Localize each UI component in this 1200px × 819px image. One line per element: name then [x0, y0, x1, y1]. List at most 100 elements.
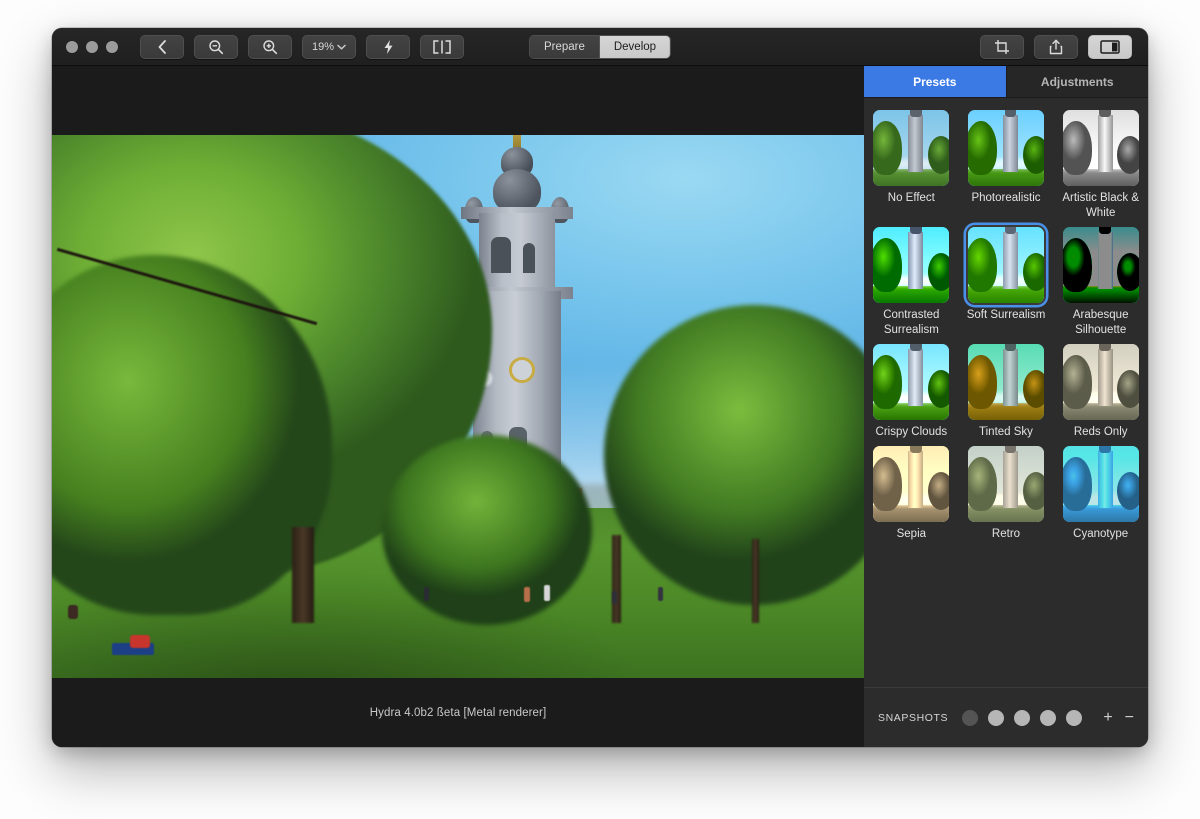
- preset-label: Retro: [991, 528, 1021, 540]
- preset-thumbnail-frame[interactable]: [966, 342, 1046, 422]
- magnifier-minus-icon: [208, 39, 224, 55]
- image-canvas[interactable]: Hydra 4.0b2 ßeta [Metal renderer]: [52, 66, 864, 747]
- minimize-button[interactable]: [86, 40, 98, 53]
- tree-trunk: [292, 527, 314, 623]
- zoom-level-value: 19%: [312, 40, 335, 53]
- preset-thumbnail-frame[interactable]: [966, 444, 1046, 524]
- snapshots-bar: SNAPSHOTS + −: [864, 687, 1148, 747]
- preset-thumbnail: [873, 227, 950, 303]
- toggle-right-panel-button[interactable]: [1088, 34, 1132, 59]
- preset-label: Contrasted Surrealism: [883, 309, 940, 336]
- preset-thumbnail-frame[interactable]: [1061, 225, 1141, 305]
- segment-prepare[interactable]: Prepare: [529, 35, 599, 58]
- preset-item[interactable]: Contrasted Surrealism: [864, 225, 959, 338]
- preset-thumbnail: [967, 446, 1044, 522]
- snapshots-label: SNAPSHOTS: [878, 711, 949, 724]
- status-text: Hydra 4.0b2 ßeta [Metal renderer]: [369, 706, 547, 719]
- preset-item[interactable]: Artistic Black & White: [1053, 108, 1148, 221]
- preset-thumbnail: [873, 344, 950, 420]
- person-standing: [524, 587, 530, 602]
- preset-item[interactable]: Cyanotype: [1053, 444, 1148, 542]
- person-standing: [424, 587, 429, 601]
- lightning-bolt-icon: [383, 39, 394, 55]
- preset-item[interactable]: Soft Surrealism: [959, 225, 1054, 338]
- preset-thumbnail-frame[interactable]: [1061, 342, 1141, 422]
- tree-middle: [382, 435, 592, 625]
- tree-trunk: [612, 535, 621, 623]
- preset-thumbnail: [1062, 227, 1139, 303]
- zoom-level-dropdown[interactable]: 19%: [302, 34, 356, 59]
- snapshot-actions: + −: [1103, 709, 1134, 726]
- preset-thumbnail: [967, 227, 1044, 303]
- flash-button[interactable]: [366, 34, 410, 59]
- zoom-out-button[interactable]: [194, 34, 238, 59]
- person-standing: [544, 585, 550, 601]
- preset-label: Cyanotype: [1073, 528, 1129, 540]
- preset-thumbnail-frame[interactable]: [1061, 444, 1141, 524]
- preset-thumbnail-frame[interactable]: [871, 342, 951, 422]
- window-titlebar: 19% Prepare Develop: [52, 28, 1148, 66]
- preset-thumbnail-frame[interactable]: [871, 225, 951, 305]
- preset-label: Tinted Sky: [979, 426, 1033, 438]
- toolbar-right-group: [980, 34, 1132, 59]
- snapshot-slots: [962, 709, 1083, 726]
- app-body: Hydra 4.0b2 ßeta [Metal renderer] Preset…: [52, 66, 1148, 747]
- back-button[interactable]: [140, 34, 184, 59]
- tab-adjustments[interactable]: Adjustments: [1005, 66, 1148, 97]
- preset-item[interactable]: Retro: [959, 444, 1054, 542]
- crop-button[interactable]: [980, 34, 1024, 59]
- person-sitting: [68, 605, 78, 619]
- hydra-app-window: 19% Prepare Develop Hydra 4.0b2 ßeta [Me…: [52, 28, 1148, 747]
- snapshot-slot[interactable]: [988, 709, 1005, 726]
- preset-label: Soft Surrealism: [966, 309, 1046, 321]
- preset-thumbnail-frame[interactable]: [1061, 108, 1141, 188]
- mode-segmented-control[interactable]: Prepare Develop: [528, 34, 672, 59]
- toolbar-left-group: 19%: [140, 34, 464, 59]
- chevron-left-icon: [157, 39, 168, 54]
- presets-grid: No Effect Photorealistic Artistic Black & …: [864, 98, 1148, 687]
- split-view-icon: [432, 39, 452, 54]
- person-standing: [612, 591, 617, 604]
- preset-item[interactable]: Tinted Sky: [959, 342, 1054, 440]
- snapshot-slot[interactable]: [1040, 709, 1057, 726]
- segment-develop[interactable]: Develop: [598, 35, 671, 58]
- preset-thumbnail: [1062, 110, 1139, 186]
- right-panel-icon: [1100, 39, 1120, 54]
- snapshot-slot[interactable]: [962, 709, 979, 726]
- crop-icon: [994, 39, 1010, 55]
- preset-thumbnail: [967, 110, 1044, 186]
- preset-item[interactable]: No Effect: [864, 108, 959, 221]
- right-sidebar: Presets Adjustments No Effect Photorealis…: [864, 66, 1148, 747]
- preset-thumbnail-frame[interactable]: [965, 225, 1046, 305]
- remove-snapshot-button[interactable]: −: [1125, 709, 1134, 726]
- zoom-button[interactable]: [106, 40, 118, 53]
- tab-presets[interactable]: Presets: [864, 66, 1006, 97]
- preset-thumbnail-frame[interactable]: [871, 444, 951, 524]
- add-snapshot-button[interactable]: +: [1103, 709, 1112, 726]
- preset-thumbnail-frame[interactable]: [871, 108, 951, 188]
- tree-trunk: [752, 539, 759, 623]
- preset-label: No Effect: [887, 192, 935, 204]
- photo-preview[interactable]: [52, 135, 864, 678]
- preset-thumbnail-frame[interactable]: [966, 108, 1046, 188]
- magnifier-plus-icon: [262, 39, 278, 55]
- snapshot-slot[interactable]: [1066, 709, 1083, 726]
- preset-thumbnail: [873, 446, 950, 522]
- preset-item[interactable]: Arabesque Silhouette: [1053, 225, 1148, 338]
- preset-label: Arabesque Silhouette: [1072, 309, 1129, 336]
- preset-label: Artistic Black & White: [1062, 192, 1139, 219]
- zoom-in-button[interactable]: [248, 34, 292, 59]
- preset-item[interactable]: Crispy Clouds: [864, 342, 959, 440]
- snapshot-slot[interactable]: [1014, 709, 1031, 726]
- share-button[interactable]: [1034, 34, 1078, 59]
- preset-label: Photorealistic: [971, 192, 1041, 204]
- preset-thumbnail: [1062, 344, 1139, 420]
- preset-item[interactable]: Reds Only: [1053, 342, 1148, 440]
- preset-item[interactable]: Sepia: [864, 444, 959, 542]
- preset-thumbnail: [873, 110, 950, 186]
- close-button[interactable]: [66, 40, 78, 53]
- preset-item[interactable]: Photorealistic: [959, 108, 1054, 221]
- compare-split-button[interactable]: [420, 34, 464, 59]
- person-lying-shirt: [130, 635, 150, 648]
- person-standing: [658, 587, 663, 601]
